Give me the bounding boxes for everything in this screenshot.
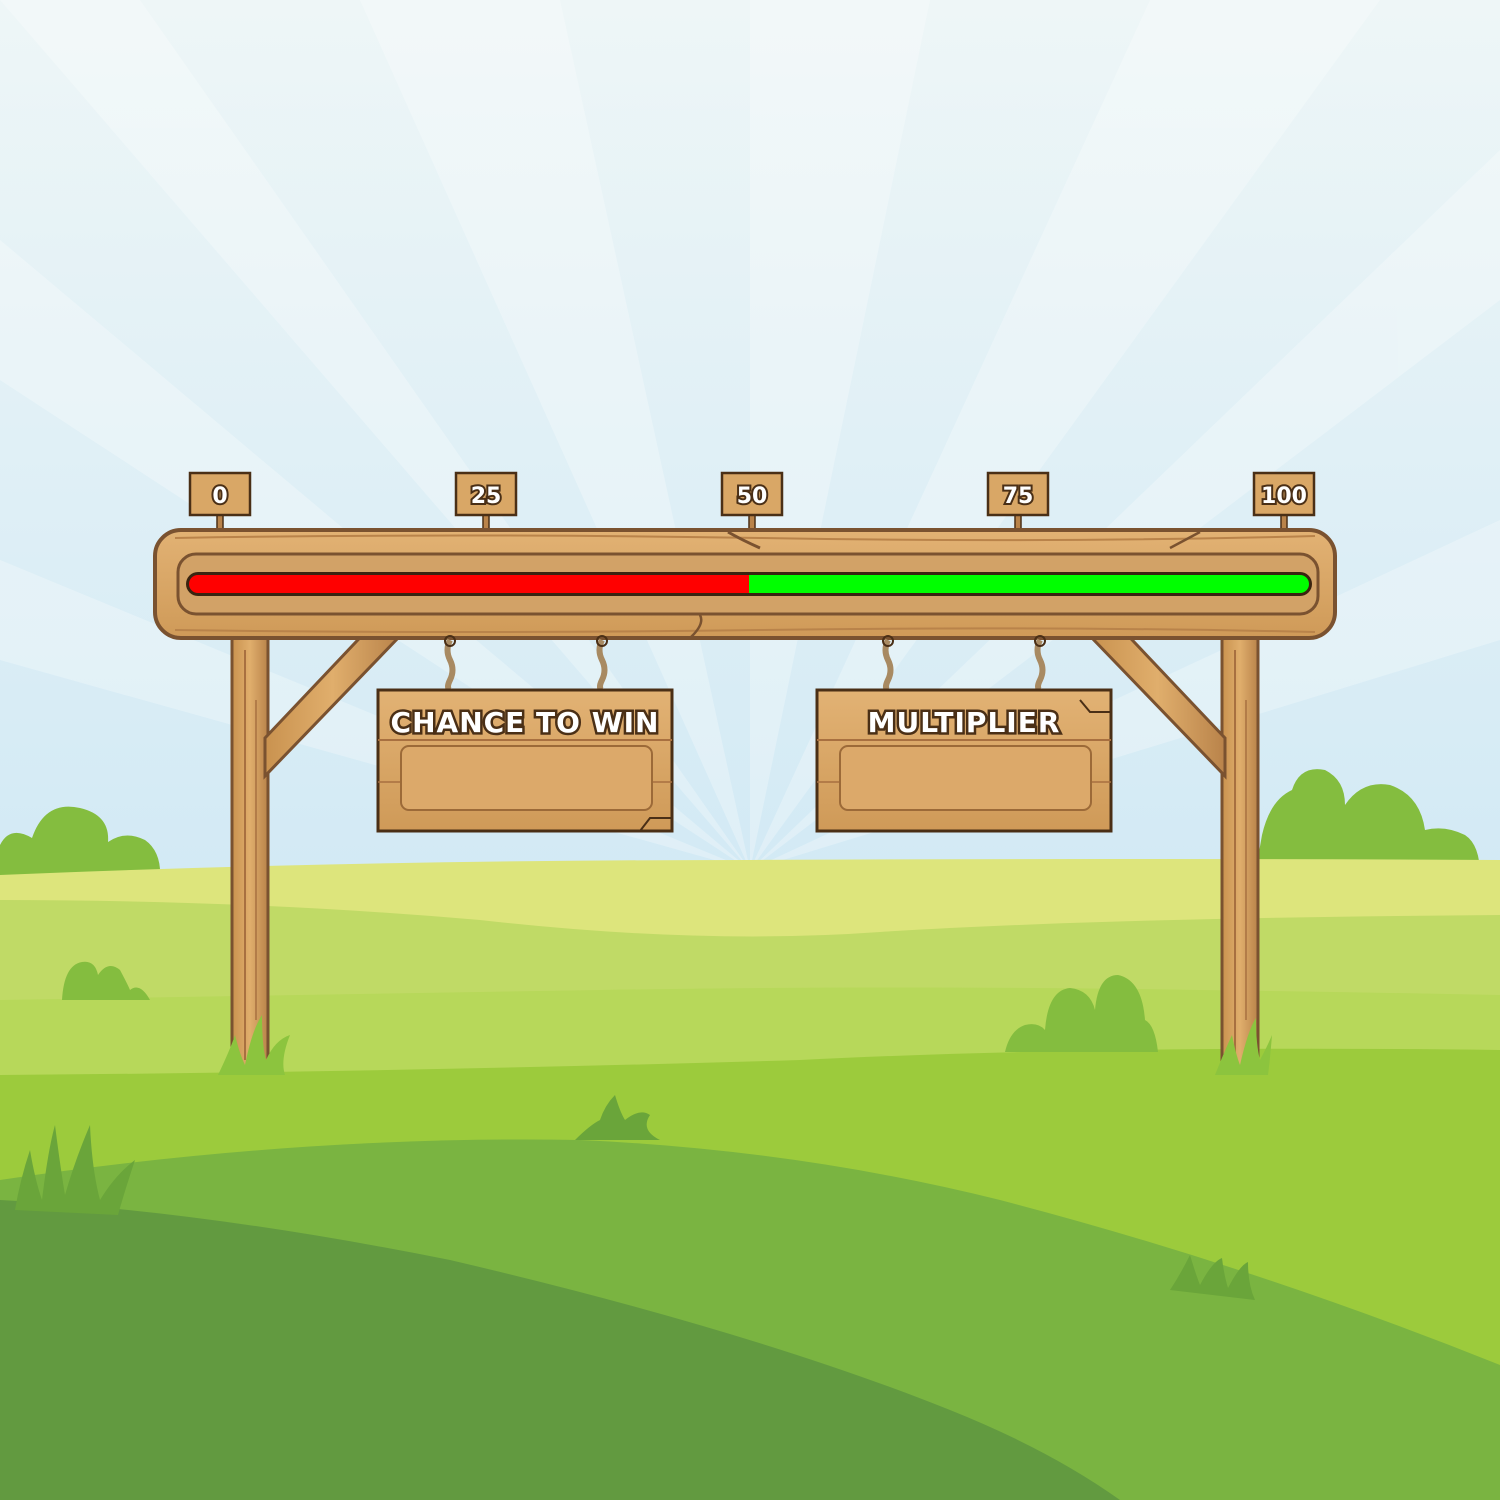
progress-fill-red-edge [740,575,749,593]
sign-multiplier: MULTIPLIER [815,688,1113,833]
tick-label-100: 100 [1261,484,1307,509]
chance-to-win-title: CHANCE TO WIN [391,706,660,739]
scene-svg: 0 25 50 75 100 CHANCE TO WIN MULTIPLIER [0,0,1500,1500]
progress-fill-red [189,575,749,593]
sign-chance-to-win: CHANCE TO WIN [376,688,674,833]
chance-to-win-value-box [400,745,653,811]
hills [0,859,1500,1500]
post-right [1220,623,1260,1075]
post-left [230,623,270,1075]
progress-bar [186,572,1312,596]
game-scene: 0 25 50 75 100 CHANCE TO WIN MULTIPLIER [0,0,1500,1500]
multiplier-value-box [839,745,1092,811]
tick-label-50: 50 [737,484,768,509]
progress-fill-green [749,575,1309,593]
progress-fill-green-edge [749,575,758,593]
tick-label-0: 0 [212,484,227,509]
multiplier-title: MULTIPLIER [868,706,1061,739]
tick-label-25: 25 [471,484,502,509]
tick-label-75: 75 [1003,484,1034,509]
